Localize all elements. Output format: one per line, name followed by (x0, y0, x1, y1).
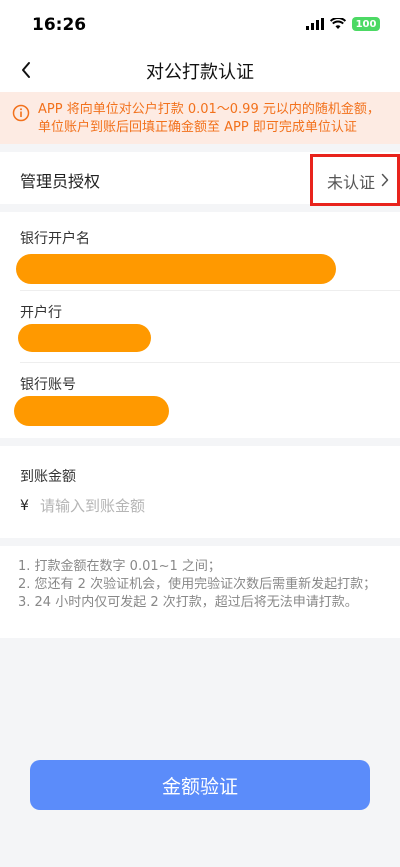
bank-info-card: 银行开户名 开户行 银行账号 (0, 212, 400, 438)
rules-list: 1. 打款金额在数字 0.01~1 之间； 2. 您还有 2 次验证机会，使用完… (0, 546, 400, 638)
admin-label: 管理员授权 (20, 172, 101, 191)
rule-item: 1. 打款金额在数字 0.01~1 之间； (18, 559, 221, 574)
status-time: 16:26 (32, 15, 87, 35)
field-label-account-number: 银行账号 (20, 377, 76, 393)
status-icons: 100 (306, 16, 380, 32)
rule-item: 3. 24 小时内仅可发起 2 次打款，超过后将无法申请打款。 (18, 595, 358, 610)
battery-indicator: 100 (352, 17, 380, 31)
admin-status-text: 未认证 (327, 173, 376, 192)
amount-input[interactable] (40, 494, 370, 518)
divider (20, 290, 400, 291)
redacted-bank (18, 324, 151, 352)
signal-icon (306, 18, 324, 30)
chevron-right-icon (381, 173, 389, 187)
redacted-account-name (16, 254, 336, 284)
verify-amount-button[interactable]: 金额验证 (30, 760, 370, 810)
notice-banner: APP 将向单位对公户打款 0.01～0.99 元以内的随机金额，单位账户到账后… (0, 92, 400, 144)
amount-card: 到账金额 ¥ (0, 446, 400, 538)
nav-bar: 对公打款认证 (0, 48, 400, 92)
field-label-bank: 开户行 (20, 305, 62, 321)
redacted-account-number (14, 396, 169, 426)
notice-text: APP 将向单位对公户打款 0.01～0.99 元以内的随机金额，单位账户到账后… (38, 102, 380, 135)
rule-item: 2. 您还有 2 次验证机会，使用完验证次数后需重新发起打款； (18, 577, 377, 592)
field-label-account-name: 银行开户名 (20, 231, 90, 247)
amount-label: 到账金额 (20, 469, 76, 485)
info-icon (12, 104, 30, 122)
status-bar: 16:26 100 (0, 0, 400, 48)
admin-status-link[interactable]: 未认证 (310, 154, 400, 206)
currency-symbol: ¥ (20, 498, 29, 514)
wifi-icon (330, 18, 346, 29)
page-title: 对公打款认证 (146, 62, 254, 83)
divider (20, 362, 400, 363)
